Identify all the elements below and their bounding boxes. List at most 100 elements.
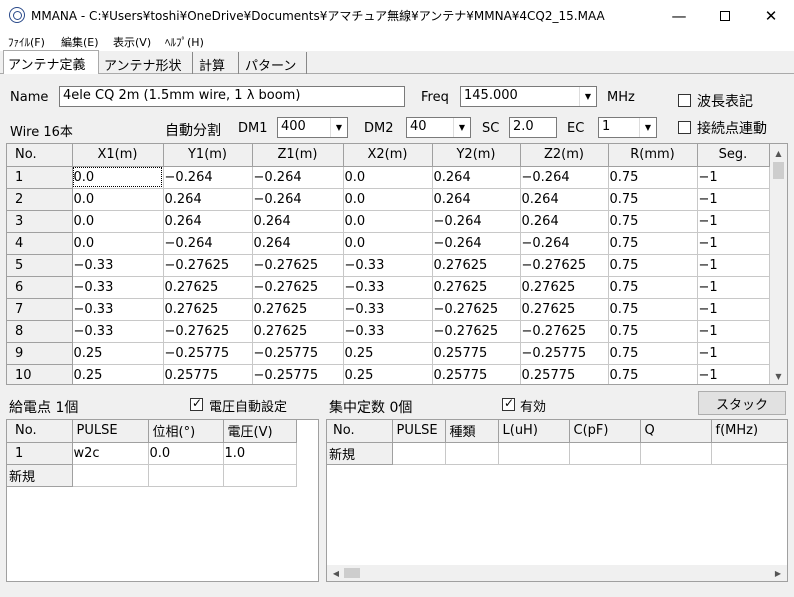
new-row-header[interactable]: 新規 [327, 442, 393, 465]
table-cell[interactable]: 0.75 [608, 188, 698, 211]
table-cell[interactable]: −0.25775 [163, 342, 253, 365]
table-cell[interactable]: −0.264 [252, 188, 344, 211]
tab-antenna-shape[interactable]: アンテナ形状 [100, 52, 193, 74]
column-header[interactable]: Q [640, 420, 712, 443]
table-cell[interactable]: −1 [697, 232, 770, 255]
column-header[interactable]: Y1(m) [163, 144, 253, 167]
scrollbar-thumb[interactable] [344, 568, 360, 578]
chevron-down-icon[interactable]: ▼ [579, 87, 596, 106]
wire-table-scrollbar[interactable]: ▲ ▼ [770, 144, 787, 384]
table-cell[interactable]: 0.27625 [252, 320, 344, 343]
table-cell[interactable]: −0.264 [163, 232, 253, 255]
column-header[interactable]: 種類 [445, 420, 499, 443]
table-cell[interactable]: −0.27625 [432, 320, 521, 343]
table-cell[interactable]: 0.27625 [520, 276, 609, 299]
column-header[interactable]: No. [327, 420, 393, 443]
table-cell[interactable]: 0.75 [608, 276, 698, 299]
table-cell[interactable]: −0.264 [432, 232, 521, 255]
table-cell[interactable]: 0.25 [343, 342, 433, 365]
table-cell[interactable]: −0.27625 [163, 320, 253, 343]
load-table-hscrollbar[interactable]: ◀ ▶ [327, 565, 787, 581]
table-cell[interactable]: −0.264 [163, 166, 253, 189]
table-cell[interactable]: w2c [72, 442, 149, 465]
table-cell[interactable] [569, 442, 641, 465]
table-cell[interactable]: 1.0 [223, 442, 297, 465]
row-header[interactable]: 2 [7, 188, 73, 211]
tab-pattern[interactable]: パターン [241, 52, 307, 74]
menu-file[interactable]: ﾌｧｲﾙ(F) [8, 34, 45, 50]
column-header[interactable]: Z2(m) [520, 144, 609, 167]
table-cell[interactable]: 0.264 [520, 210, 609, 233]
table-cell[interactable]: −0.33 [72, 298, 164, 321]
table-cell[interactable]: 0.264 [163, 188, 253, 211]
minimize-button[interactable]: — [656, 0, 702, 31]
table-cell[interactable]: −0.33 [72, 254, 164, 277]
table-cell[interactable]: 0.25775 [432, 364, 521, 384]
row-header[interactable]: 1 [7, 166, 73, 189]
column-header[interactable]: R(mm) [608, 144, 698, 167]
table-cell[interactable]: 0.264 [252, 210, 344, 233]
table-cell[interactable]: −0.33 [343, 254, 433, 277]
column-header[interactable]: X2(m) [343, 144, 433, 167]
row-header[interactable]: 4 [7, 232, 73, 255]
row-header[interactable]: 6 [7, 276, 73, 299]
maximize-button[interactable] [702, 0, 748, 31]
table-cell[interactable]: −0.264 [432, 210, 521, 233]
dm2-combo[interactable]: 40 ▼ [406, 117, 471, 138]
table-cell[interactable]: −0.27625 [163, 254, 253, 277]
column-header[interactable]: 位相(°) [148, 420, 224, 443]
table-cell[interactable]: −1 [697, 210, 770, 233]
table-cell[interactable]: −0.264 [252, 166, 344, 189]
column-header[interactable]: Z1(m) [252, 144, 344, 167]
table-cell[interactable]: 0.0 [72, 232, 164, 255]
chevron-right-icon[interactable]: ▶ [771, 566, 785, 580]
column-header[interactable]: X1(m) [72, 144, 164, 167]
chevron-up-icon[interactable]: ▲ [770, 146, 787, 160]
row-header[interactable]: 3 [7, 210, 73, 233]
table-cell[interactable] [498, 442, 570, 465]
auto-voltage-checkbox[interactable] [190, 396, 203, 411]
table-cell[interactable]: −0.33 [72, 276, 164, 299]
table-cell[interactable] [640, 442, 712, 465]
table-cell[interactable]: −0.25775 [252, 364, 344, 384]
table-cell[interactable]: 0.27625 [520, 298, 609, 321]
table-cell[interactable]: −0.27625 [520, 320, 609, 343]
menu-edit[interactable]: 編集(E) [61, 34, 99, 50]
chevron-down-icon[interactable]: ▼ [770, 369, 787, 383]
column-header[interactable]: L(uH) [498, 420, 570, 443]
row-header[interactable]: 10 [7, 364, 73, 384]
column-header[interactable]: Y2(m) [432, 144, 521, 167]
table-cell[interactable]: 0.0 [343, 232, 433, 255]
column-header[interactable]: f(MHz) [711, 420, 787, 443]
table-cell[interactable]: 0.264 [432, 166, 521, 189]
table-cell[interactable]: 0.75 [608, 342, 698, 365]
table-cell[interactable]: 0.75 [608, 210, 698, 233]
menu-help[interactable]: ﾍﾙﾌﾟ(H) [165, 34, 204, 50]
table-cell[interactable]: 0.75 [608, 254, 698, 277]
chevron-down-icon[interactable]: ▼ [453, 118, 470, 137]
table-cell[interactable]: −0.264 [520, 166, 609, 189]
table-cell[interactable]: 0.25 [343, 364, 433, 384]
table-cell[interactable] [148, 464, 224, 487]
table-cell[interactable]: −0.25775 [520, 342, 609, 365]
table-cell[interactable]: −0.264 [520, 232, 609, 255]
table-cell[interactable]: 0.264 [252, 232, 344, 255]
column-header[interactable]: No. [7, 420, 73, 443]
dm1-combo[interactable]: 400 ▼ [277, 117, 348, 138]
table-cell[interactable]: 0.0 [72, 188, 164, 211]
chevron-down-icon[interactable]: ▼ [330, 118, 347, 137]
table-cell[interactable]: 0.25775 [163, 364, 253, 384]
table-cell[interactable]: −0.33 [343, 276, 433, 299]
scrollbar-thumb[interactable] [773, 162, 784, 179]
connect-point-checkbox[interactable] [678, 121, 691, 134]
table-cell[interactable]: 0.27625 [432, 276, 521, 299]
row-header[interactable]: 7 [7, 298, 73, 321]
table-cell[interactable]: −1 [697, 298, 770, 321]
table-cell[interactable]: −0.25775 [252, 342, 344, 365]
row-header[interactable]: 5 [7, 254, 73, 277]
sc-input[interactable]: 2.0 [509, 117, 557, 138]
table-cell[interactable]: 0.75 [608, 166, 698, 189]
table-cell[interactable] [711, 442, 787, 465]
column-header[interactable]: PULSE [72, 420, 149, 443]
table-cell[interactable]: 0.27625 [432, 254, 521, 277]
